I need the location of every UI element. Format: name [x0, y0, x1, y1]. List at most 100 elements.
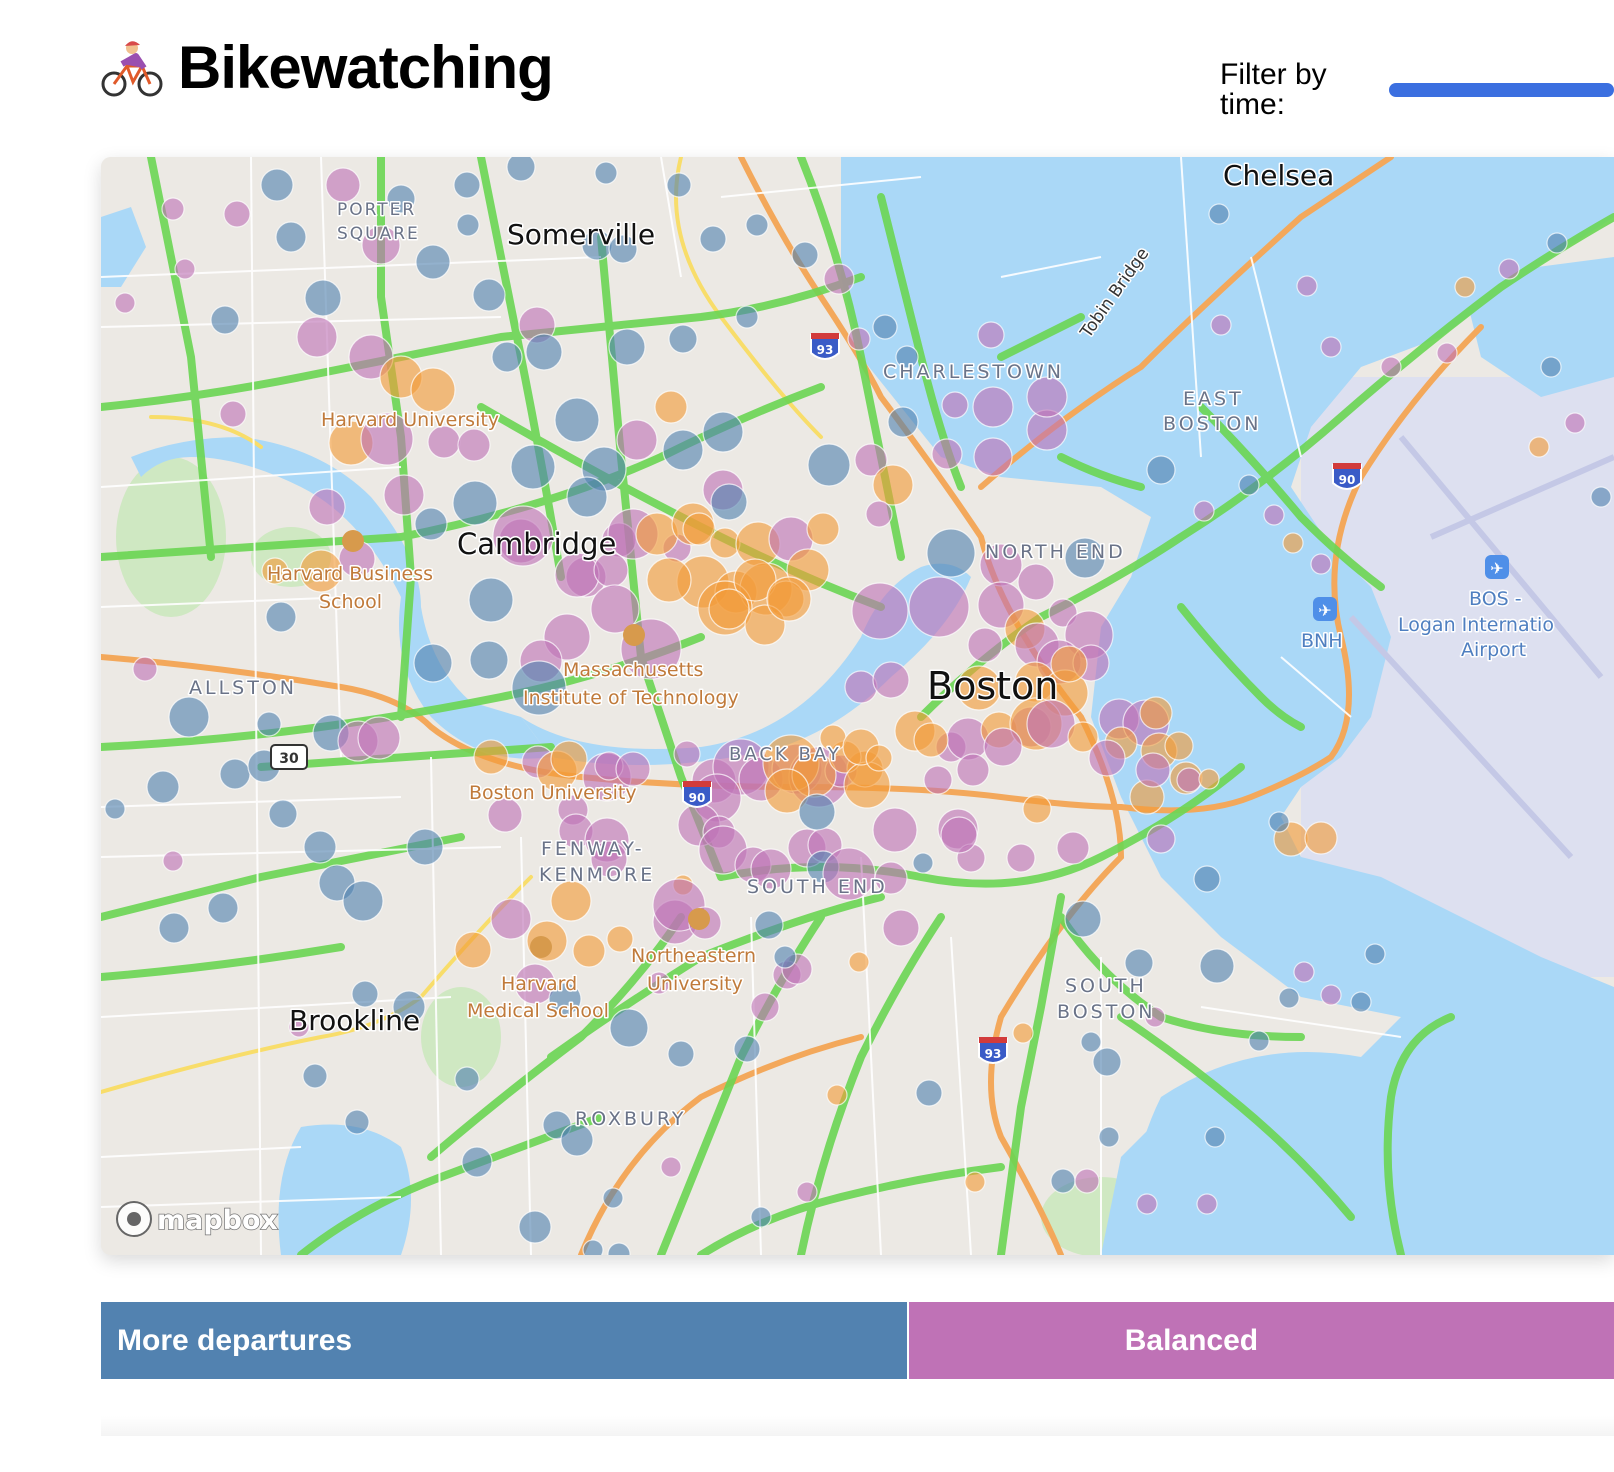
station-marker[interactable]	[1204, 1126, 1226, 1148]
station-marker[interactable]	[602, 1187, 624, 1209]
station-marker[interactable]	[1248, 1030, 1270, 1052]
station-marker[interactable]	[826, 1084, 848, 1106]
station-marker[interactable]	[554, 397, 600, 443]
station-marker[interactable]	[506, 157, 536, 182]
station-marker[interactable]	[472, 278, 506, 312]
station-marker[interactable]	[662, 429, 704, 471]
station-marker[interactable]	[383, 474, 425, 516]
station-marker[interactable]	[414, 507, 448, 541]
station-marker[interactable]	[161, 197, 185, 221]
station-marker[interactable]	[325, 167, 361, 203]
station-marker[interactable]	[452, 480, 498, 526]
station-marker[interactable]	[956, 753, 990, 787]
station-marker[interactable]	[606, 925, 634, 953]
station-marker[interactable]	[791, 241, 819, 269]
station-marker[interactable]	[972, 386, 1014, 428]
station-marker[interactable]	[456, 213, 480, 237]
station-marker[interactable]	[1540, 356, 1562, 378]
station-marker[interactable]	[1238, 474, 1260, 496]
station-marker[interactable]	[702, 411, 744, 453]
station-marker[interactable]	[673, 740, 701, 768]
station-marker[interactable]	[872, 314, 898, 340]
station-marker[interactable]	[1022, 794, 1052, 824]
station-marker[interactable]	[1164, 731, 1194, 761]
station-marker[interactable]	[265, 601, 297, 633]
station-marker[interactable]	[806, 512, 840, 546]
station-marker[interactable]	[132, 656, 158, 682]
station-marker[interactable]	[1320, 336, 1342, 358]
station-marker[interactable]	[469, 640, 509, 680]
station-marker[interactable]	[908, 576, 970, 638]
station-marker[interactable]	[654, 390, 688, 424]
station-marker[interactable]	[1282, 532, 1304, 554]
station-marker[interactable]	[1088, 739, 1126, 777]
station-marker[interactable]	[1006, 843, 1036, 873]
station-marker[interactable]	[219, 758, 251, 790]
station-marker[interactable]	[219, 400, 247, 428]
station-marker[interactable]	[923, 765, 953, 795]
station-marker[interactable]	[887, 406, 919, 438]
station-marker[interactable]	[1146, 455, 1176, 485]
station-marker[interactable]	[461, 1146, 493, 1178]
station-marker[interactable]	[646, 557, 692, 603]
station-marker[interactable]	[865, 744, 893, 772]
station-marker[interactable]	[303, 830, 337, 864]
station-marker[interactable]	[304, 279, 342, 317]
station-marker[interactable]	[1590, 486, 1612, 508]
station-marker[interactable]	[410, 367, 456, 413]
station-marker[interactable]	[1198, 768, 1220, 790]
station-marker[interactable]	[964, 1171, 986, 1193]
station-marker[interactable]	[608, 328, 646, 366]
station-marker[interactable]	[667, 1040, 695, 1068]
station-marker[interactable]	[1210, 314, 1232, 336]
station-marker[interactable]	[457, 428, 491, 462]
station-marker[interactable]	[256, 711, 282, 737]
station-marker[interactable]	[1080, 1031, 1102, 1053]
station-marker[interactable]	[750, 1206, 772, 1228]
station-marker[interactable]	[668, 324, 698, 354]
station-marker[interactable]	[223, 200, 251, 228]
station-marker[interactable]	[931, 438, 963, 470]
station-marker[interactable]	[609, 1008, 649, 1048]
station-marker[interactable]	[798, 793, 836, 831]
station-marker[interactable]	[913, 722, 949, 758]
station-marker[interactable]	[302, 1063, 328, 1089]
station-marker[interactable]	[1193, 865, 1221, 893]
station-marker[interactable]	[454, 931, 492, 969]
station-marker[interactable]	[848, 951, 870, 973]
station-marker[interactable]	[162, 850, 184, 872]
station-marker[interactable]	[1436, 342, 1458, 364]
station-marker[interactable]	[413, 643, 453, 683]
station-marker[interactable]	[1199, 948, 1235, 984]
station-marker[interactable]	[1380, 356, 1402, 378]
station-marker[interactable]	[1092, 1047, 1122, 1077]
station-marker[interactable]	[807, 443, 851, 487]
station-marker[interactable]	[1139, 696, 1173, 730]
station-marker[interactable]	[1098, 1126, 1120, 1148]
station-marker[interactable]	[104, 798, 126, 820]
station-marker[interactable]	[308, 488, 346, 526]
station-marker[interactable]	[766, 576, 812, 622]
station-marker[interactable]	[699, 225, 727, 253]
station-marker[interactable]	[1012, 1022, 1034, 1044]
mapbox-attribution[interactable]: mapbox	[116, 1201, 279, 1237]
station-marker[interactable]	[491, 341, 523, 373]
time-slider[interactable]	[1389, 83, 1614, 97]
station-marker[interactable]	[708, 588, 750, 630]
station-marker[interactable]	[525, 333, 563, 371]
station-marker[interactable]	[1350, 991, 1372, 1013]
station-marker[interactable]	[1124, 948, 1154, 978]
station-marker[interactable]	[1056, 831, 1090, 865]
station-marker[interactable]	[1193, 500, 1215, 522]
station-marker[interactable]	[550, 880, 592, 922]
station-marker[interactable]	[733, 1035, 761, 1063]
station-marker[interactable]	[550, 740, 588, 778]
station-marker[interactable]	[174, 258, 196, 280]
station-marker[interactable]	[983, 727, 1023, 767]
station-marker[interactable]	[296, 316, 338, 358]
station-marker[interactable]	[872, 464, 914, 506]
station-marker[interactable]	[168, 696, 210, 738]
station-marker[interactable]	[754, 910, 784, 940]
station-marker[interactable]	[1208, 203, 1230, 225]
station-marker[interactable]	[454, 1066, 480, 1092]
